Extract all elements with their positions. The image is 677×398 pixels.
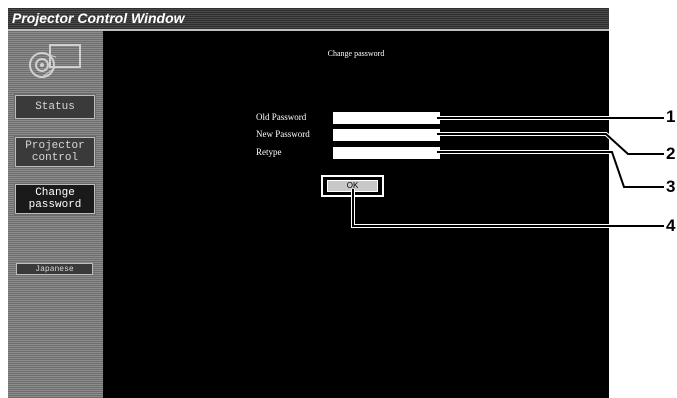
- sidebar-item-label: Projector: [25, 140, 85, 152]
- callout-number-4: 4: [666, 216, 676, 235]
- old-password-field[interactable]: [333, 112, 440, 124]
- sidebar-item-projector-control[interactable]: Projector control: [14, 136, 96, 168]
- sidebar-item-status[interactable]: Status: [14, 94, 96, 120]
- page-title: Change password: [327, 49, 385, 58]
- sidebar-item-label: control: [31, 152, 79, 164]
- projector-logo-icon: [29, 44, 81, 78]
- projector-control-window: Projector Control Window Status Projecto…: [8, 8, 609, 398]
- ok-button[interactable]: OK: [327, 180, 378, 192]
- callout-number-2: 2: [666, 144, 676, 163]
- callout-number-3: 3: [666, 177, 676, 196]
- new-password-label: New Password: [256, 129, 310, 139]
- retype-password-field[interactable]: [333, 147, 440, 159]
- title-bar: Projector Control Window: [8, 8, 609, 31]
- sidebar-item-label: Status: [35, 101, 75, 113]
- language-button[interactable]: Japanese: [16, 263, 93, 275]
- sidebar-item-label: password: [28, 199, 82, 211]
- ok-button-frame: OK: [321, 175, 384, 197]
- sidebar-item-label: Change: [35, 187, 75, 199]
- sidebar: Status Projector control Change password…: [8, 31, 103, 398]
- window-title: Projector Control Window: [12, 10, 185, 26]
- new-password-field[interactable]: [333, 129, 440, 141]
- old-password-label: Old Password: [256, 112, 307, 122]
- main-content: Change password Old Password New Passwor…: [103, 31, 609, 398]
- sidebar-item-change-password[interactable]: Change password: [14, 183, 96, 215]
- retype-label: Retype: [256, 147, 282, 157]
- callout-number-1: 1: [666, 107, 676, 126]
